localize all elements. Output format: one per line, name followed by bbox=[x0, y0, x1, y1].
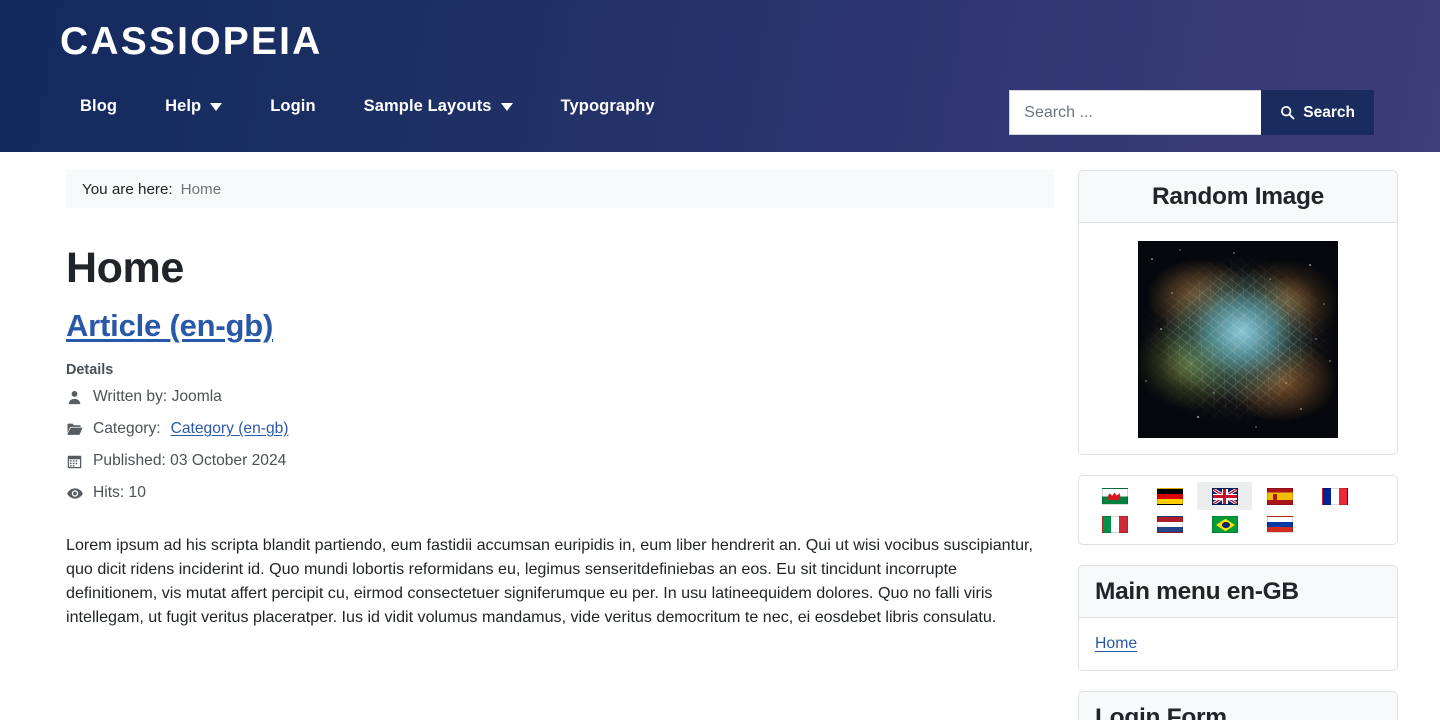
module-random-image: Random Image bbox=[1078, 170, 1398, 455]
uk-flag-icon bbox=[1211, 487, 1238, 505]
main-content: You are here: Home Home Article (en-gb) … bbox=[66, 152, 1054, 629]
meta-published: Published: 03 October 2024 bbox=[66, 445, 1054, 477]
wales-flag-icon bbox=[1101, 487, 1128, 505]
site-header: CASSIOPEIA Blog Help Login Sample Layout… bbox=[0, 0, 1440, 152]
module-random-image-body bbox=[1079, 223, 1397, 454]
nav-link-help[interactable]: Help bbox=[165, 94, 201, 118]
nav-link-sample-layouts[interactable]: Sample Layouts bbox=[364, 94, 492, 118]
nav-link-blog[interactable]: Blog bbox=[80, 94, 117, 118]
meta-published-text: Published: 03 October 2024 bbox=[93, 452, 287, 469]
sidebar: Random Image Main menu en-GB Home Login … bbox=[1078, 152, 1398, 720]
france-flag-icon bbox=[1321, 487, 1348, 505]
meta-hits-text: Hits: 10 bbox=[93, 484, 146, 501]
meta-category: Category: Category (en-gb) bbox=[66, 413, 1054, 445]
flag-item-united-kingdom[interactable] bbox=[1197, 482, 1252, 510]
search-icon bbox=[1280, 105, 1295, 120]
flag-item-italy[interactable] bbox=[1087, 510, 1142, 538]
nav-item-login[interactable]: Login bbox=[246, 94, 339, 118]
brazil-flag-icon bbox=[1211, 515, 1238, 533]
breadcrumb-current: Home bbox=[180, 180, 222, 198]
page-container: You are here: Home Home Article (en-gb) … bbox=[60, 152, 1398, 720]
language-flag-list bbox=[1079, 476, 1397, 544]
spain-flag-icon bbox=[1266, 487, 1293, 505]
article-title: Article (en-gb) bbox=[66, 306, 1054, 346]
folder-icon bbox=[66, 421, 83, 438]
meta-author-text: Written by: Joomla bbox=[93, 388, 222, 405]
module-login-form-header: Login Form bbox=[1079, 692, 1397, 720]
article-title-link[interactable]: Article (en-gb) bbox=[66, 308, 273, 343]
module-language-switcher bbox=[1078, 475, 1398, 545]
nav-item-sample-layouts[interactable]: Sample Layouts bbox=[340, 94, 537, 118]
module-login-form-title: Login Form bbox=[1095, 703, 1227, 720]
chevron-down-icon[interactable] bbox=[210, 103, 223, 111]
meta-hits: Hits: 10 bbox=[66, 477, 1054, 509]
module-random-image-header: Random Image bbox=[1079, 171, 1397, 223]
calendar-icon bbox=[66, 453, 83, 470]
chevron-down-icon[interactable] bbox=[500, 103, 513, 111]
menu-item-home[interactable]: Home bbox=[1095, 634, 1381, 654]
search-button-label: Search bbox=[1303, 103, 1355, 121]
nebula-star-layer bbox=[1138, 241, 1338, 438]
nav-link-login[interactable]: Login bbox=[270, 94, 315, 118]
module-main-menu-title: Main menu en-GB bbox=[1095, 577, 1299, 605]
page-title: Home bbox=[66, 244, 184, 292]
flag-item-russia[interactable] bbox=[1252, 510, 1307, 538]
meta-category-label: Category: bbox=[93, 420, 161, 437]
russia-flag-icon bbox=[1266, 515, 1293, 533]
italy-flag-icon bbox=[1101, 515, 1128, 533]
nav-item-blog[interactable]: Blog bbox=[60, 94, 141, 118]
search-form: Search bbox=[1009, 90, 1374, 135]
main-menu-list: Home bbox=[1095, 634, 1381, 654]
module-main-menu-header: Main menu en-GB bbox=[1079, 566, 1397, 618]
site-logo[interactable]: CASSIOPEIA bbox=[60, 20, 323, 64]
module-login-form: Login Form bbox=[1078, 691, 1398, 720]
search-input[interactable] bbox=[1009, 90, 1262, 135]
module-random-image-title: Random Image bbox=[1151, 182, 1324, 210]
breadcrumb: You are here: Home bbox=[66, 170, 1054, 208]
flag-item-wales[interactable] bbox=[1087, 482, 1142, 510]
meta-category-link[interactable]: Category (en-gb) bbox=[171, 420, 289, 438]
nav-item-typography[interactable]: Typography bbox=[537, 94, 679, 118]
random-image-nebula[interactable] bbox=[1138, 241, 1338, 438]
menu-link-home[interactable]: Home bbox=[1095, 635, 1137, 652]
article-body: Lorem ipsum ad his scripta blandit parti… bbox=[66, 536, 1033, 626]
user-icon bbox=[66, 389, 83, 406]
meta-author: Written by: Joomla bbox=[66, 381, 1054, 413]
flag-item-brazil[interactable] bbox=[1197, 510, 1252, 538]
flag-item-spain[interactable] bbox=[1252, 482, 1307, 510]
nav-link-typography[interactable]: Typography bbox=[561, 94, 655, 118]
nav-item-help[interactable]: Help bbox=[141, 94, 246, 118]
search-button[interactable]: Search bbox=[1261, 90, 1374, 135]
flag-item-germany[interactable] bbox=[1142, 482, 1197, 510]
article-meta-list: Written by: Joomla Category: Category (e… bbox=[66, 381, 1054, 509]
main-navigation: Blog Help Login Sample Layouts Typograph… bbox=[60, 94, 679, 118]
netherlands-flag-icon bbox=[1156, 515, 1183, 533]
module-main-menu: Main menu en-GB Home bbox=[1078, 565, 1398, 671]
breadcrumb-label: You are here: bbox=[82, 180, 173, 198]
module-main-menu-body: Home bbox=[1079, 618, 1397, 670]
flag-item-netherlands[interactable] bbox=[1142, 510, 1197, 538]
details-label: Details bbox=[66, 362, 114, 378]
germany-flag-icon bbox=[1156, 487, 1183, 505]
flag-item-france[interactable] bbox=[1307, 482, 1362, 510]
eye-icon bbox=[66, 485, 83, 502]
